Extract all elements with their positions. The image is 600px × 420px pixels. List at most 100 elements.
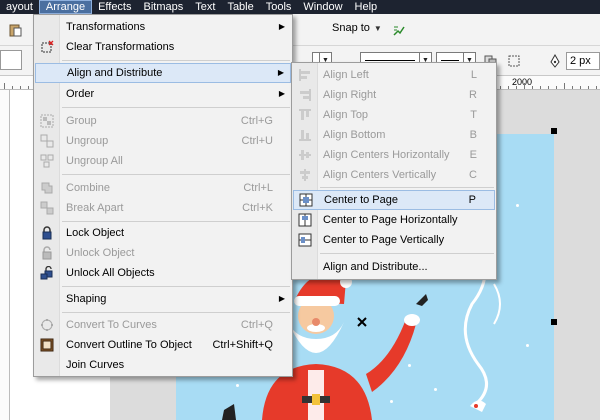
- snowflake: [434, 388, 437, 391]
- align-right-icon: [300, 89, 311, 101]
- menu-item-label: Break Apart: [66, 202, 124, 214]
- menu-separator: [62, 107, 290, 108]
- menu-item-label: Align Centers Vertically: [323, 169, 437, 181]
- menu-item-align-and-distribute[interactable]: Align and Distribute ▶: [35, 63, 291, 83]
- line-sample: [441, 60, 459, 61]
- menu-item-order[interactable]: Order ▶: [35, 84, 291, 104]
- menu-item-clear-transformations[interactable]: Clear Transformations: [35, 37, 291, 57]
- menu-item-break-apart[interactable]: Break Apart Ctrl+K: [35, 198, 291, 218]
- snowflake: [526, 344, 529, 347]
- menu-arrange[interactable]: Arrange: [38, 0, 93, 14]
- menu-item-align-centers-vertically[interactable]: Align Centers Vertically C: [293, 165, 495, 185]
- outline-width-field[interactable]: 2 px: [566, 52, 600, 70]
- menu-item-label: Align Left: [323, 69, 369, 81]
- ungroup-icon: [40, 134, 54, 148]
- align-left-icon: [299, 69, 310, 81]
- menu-item-label: Shaping: [66, 293, 107, 305]
- menu-separator: [62, 221, 290, 222]
- menu-separator: [320, 253, 494, 254]
- menu-layout[interactable]: ayout: [0, 0, 39, 14]
- menu-tools[interactable]: Tools: [260, 0, 298, 14]
- menu-item-label: Unlock All Objects: [66, 267, 155, 279]
- unlock-all-icon: [40, 266, 53, 280]
- menu-item-transformations[interactable]: Transformations ▶: [35, 17, 291, 37]
- menu-bitmaps[interactable]: Bitmaps: [138, 0, 190, 14]
- menu-text[interactable]: Text: [189, 0, 221, 14]
- menu-item-label: Join Curves: [66, 359, 125, 371]
- menu-item-convert-to-curves[interactable]: Convert To Curves Ctrl+Q: [35, 315, 291, 335]
- menu-item-label: Unlock Object: [66, 247, 135, 259]
- menu-item-label: Align Bottom: [323, 129, 386, 141]
- menu-item-shortcut: Ctrl+K: [242, 202, 273, 214]
- menu-item-unlock-all-objects[interactable]: Unlock All Objects: [35, 263, 291, 283]
- ruler-tick: [540, 86, 541, 89]
- menu-item-ungroup[interactable]: Ungroup Ctrl+U: [35, 131, 291, 151]
- ruler-tick: [596, 86, 597, 89]
- menu-item-label: Center to Page Horizontally: [323, 214, 458, 226]
- menu-item-shaping[interactable]: Shaping ▶: [35, 289, 291, 309]
- ruler-tick: [12, 86, 13, 89]
- menu-item-center-to-page[interactable]: Center to Page P: [293, 190, 495, 210]
- outline-pen-icon[interactable]: [548, 54, 562, 68]
- menu-item-group[interactable]: Group Ctrl+G: [35, 111, 291, 131]
- menu-item-join-curves[interactable]: Join Curves: [35, 355, 291, 375]
- menu-effects[interactable]: Effects: [92, 0, 137, 14]
- menu-item-label: Align and Distribute: [67, 67, 163, 79]
- snap-options-icon[interactable]: [392, 23, 406, 37]
- menu-item-label: Center to Page: [324, 194, 398, 206]
- menu-item-shortcut: P: [468, 194, 476, 206]
- menu-item-align-bottom[interactable]: Align Bottom B: [293, 125, 495, 145]
- menu-item-align-right[interactable]: Align Right R: [293, 85, 495, 105]
- ruler-tick: [548, 86, 549, 89]
- transparency-icon[interactable]: [507, 54, 521, 68]
- center-page-horizontal-icon: [298, 213, 312, 227]
- selection-handle[interactable]: [551, 319, 557, 325]
- menu-item-align-centers-horizontally[interactable]: Align Centers Horizontally E: [293, 145, 495, 165]
- menu-help[interactable]: Help: [349, 0, 384, 14]
- selection-handle[interactable]: [551, 128, 557, 134]
- menu-item-align-and-distribute-dialog[interactable]: Align and Distribute...: [293, 257, 495, 277]
- menu-separator: [62, 312, 290, 313]
- menu-item-label: Ungroup All: [66, 155, 123, 167]
- snap-to-dropdown[interactable]: Snap to ▼: [332, 22, 382, 34]
- unlock-icon: [42, 246, 52, 260]
- ruler-tick: [500, 86, 501, 89]
- snowflake: [236, 384, 239, 387]
- ruler-tick: [588, 86, 589, 89]
- menu-item-label: Clear Transformations: [66, 41, 175, 53]
- submenu-arrow-icon: ▶: [278, 294, 285, 303]
- menu-item-lock-object[interactable]: Lock Object: [35, 223, 291, 243]
- snowflake: [408, 364, 411, 367]
- menu-item-align-top[interactable]: Align Top T: [293, 105, 495, 125]
- menu-item-shortcut: Ctrl+U: [241, 135, 273, 147]
- clear-transformations-icon: [41, 40, 54, 53]
- menu-item-convert-outline-to-object[interactable]: Convert Outline To Object Ctrl+Shift+Q: [35, 335, 291, 355]
- menu-item-shortcut: E: [469, 149, 477, 161]
- arrange-menu: Transformations ▶ Clear Transformations …: [33, 14, 293, 377]
- ruler-tick: [572, 86, 573, 89]
- menu-separator: [320, 187, 494, 188]
- align-center-vertical-icon: [300, 169, 310, 181]
- vertical-ruler[interactable]: [0, 90, 10, 420]
- menu-item-ungroup-all[interactable]: Ungroup All: [35, 151, 291, 171]
- menu-item-shortcut: T: [470, 109, 477, 121]
- menu-item-align-left[interactable]: Align Left L: [293, 65, 495, 85]
- paste-icon[interactable]: [8, 23, 22, 37]
- ungroup-all-icon: [40, 154, 54, 168]
- menu-item-label: Center to Page Vertically: [323, 234, 445, 246]
- menu-item-label: Order: [66, 88, 95, 100]
- menu-item-center-to-page-vertically[interactable]: Center to Page Vertically: [293, 230, 495, 250]
- menu-table[interactable]: Table: [221, 0, 259, 14]
- menu-item-center-to-page-horizontally[interactable]: Center to Page Horizontally: [293, 210, 495, 230]
- menu-window[interactable]: Window: [297, 0, 348, 14]
- menu-separator: [62, 60, 290, 61]
- snap-to-label: Snap to: [332, 22, 370, 34]
- x-position-field[interactable]: [0, 50, 22, 70]
- menu-item-label: Convert Outline To Object: [66, 339, 192, 351]
- menu-item-unlock-object[interactable]: Unlock Object: [35, 243, 291, 263]
- ruler-tick: [4, 83, 5, 89]
- group-icon: [40, 114, 54, 128]
- center-page-vertical-icon: [298, 233, 312, 247]
- menu-item-combine[interactable]: Combine Ctrl+L: [35, 178, 291, 198]
- align-bottom-icon: [299, 130, 311, 141]
